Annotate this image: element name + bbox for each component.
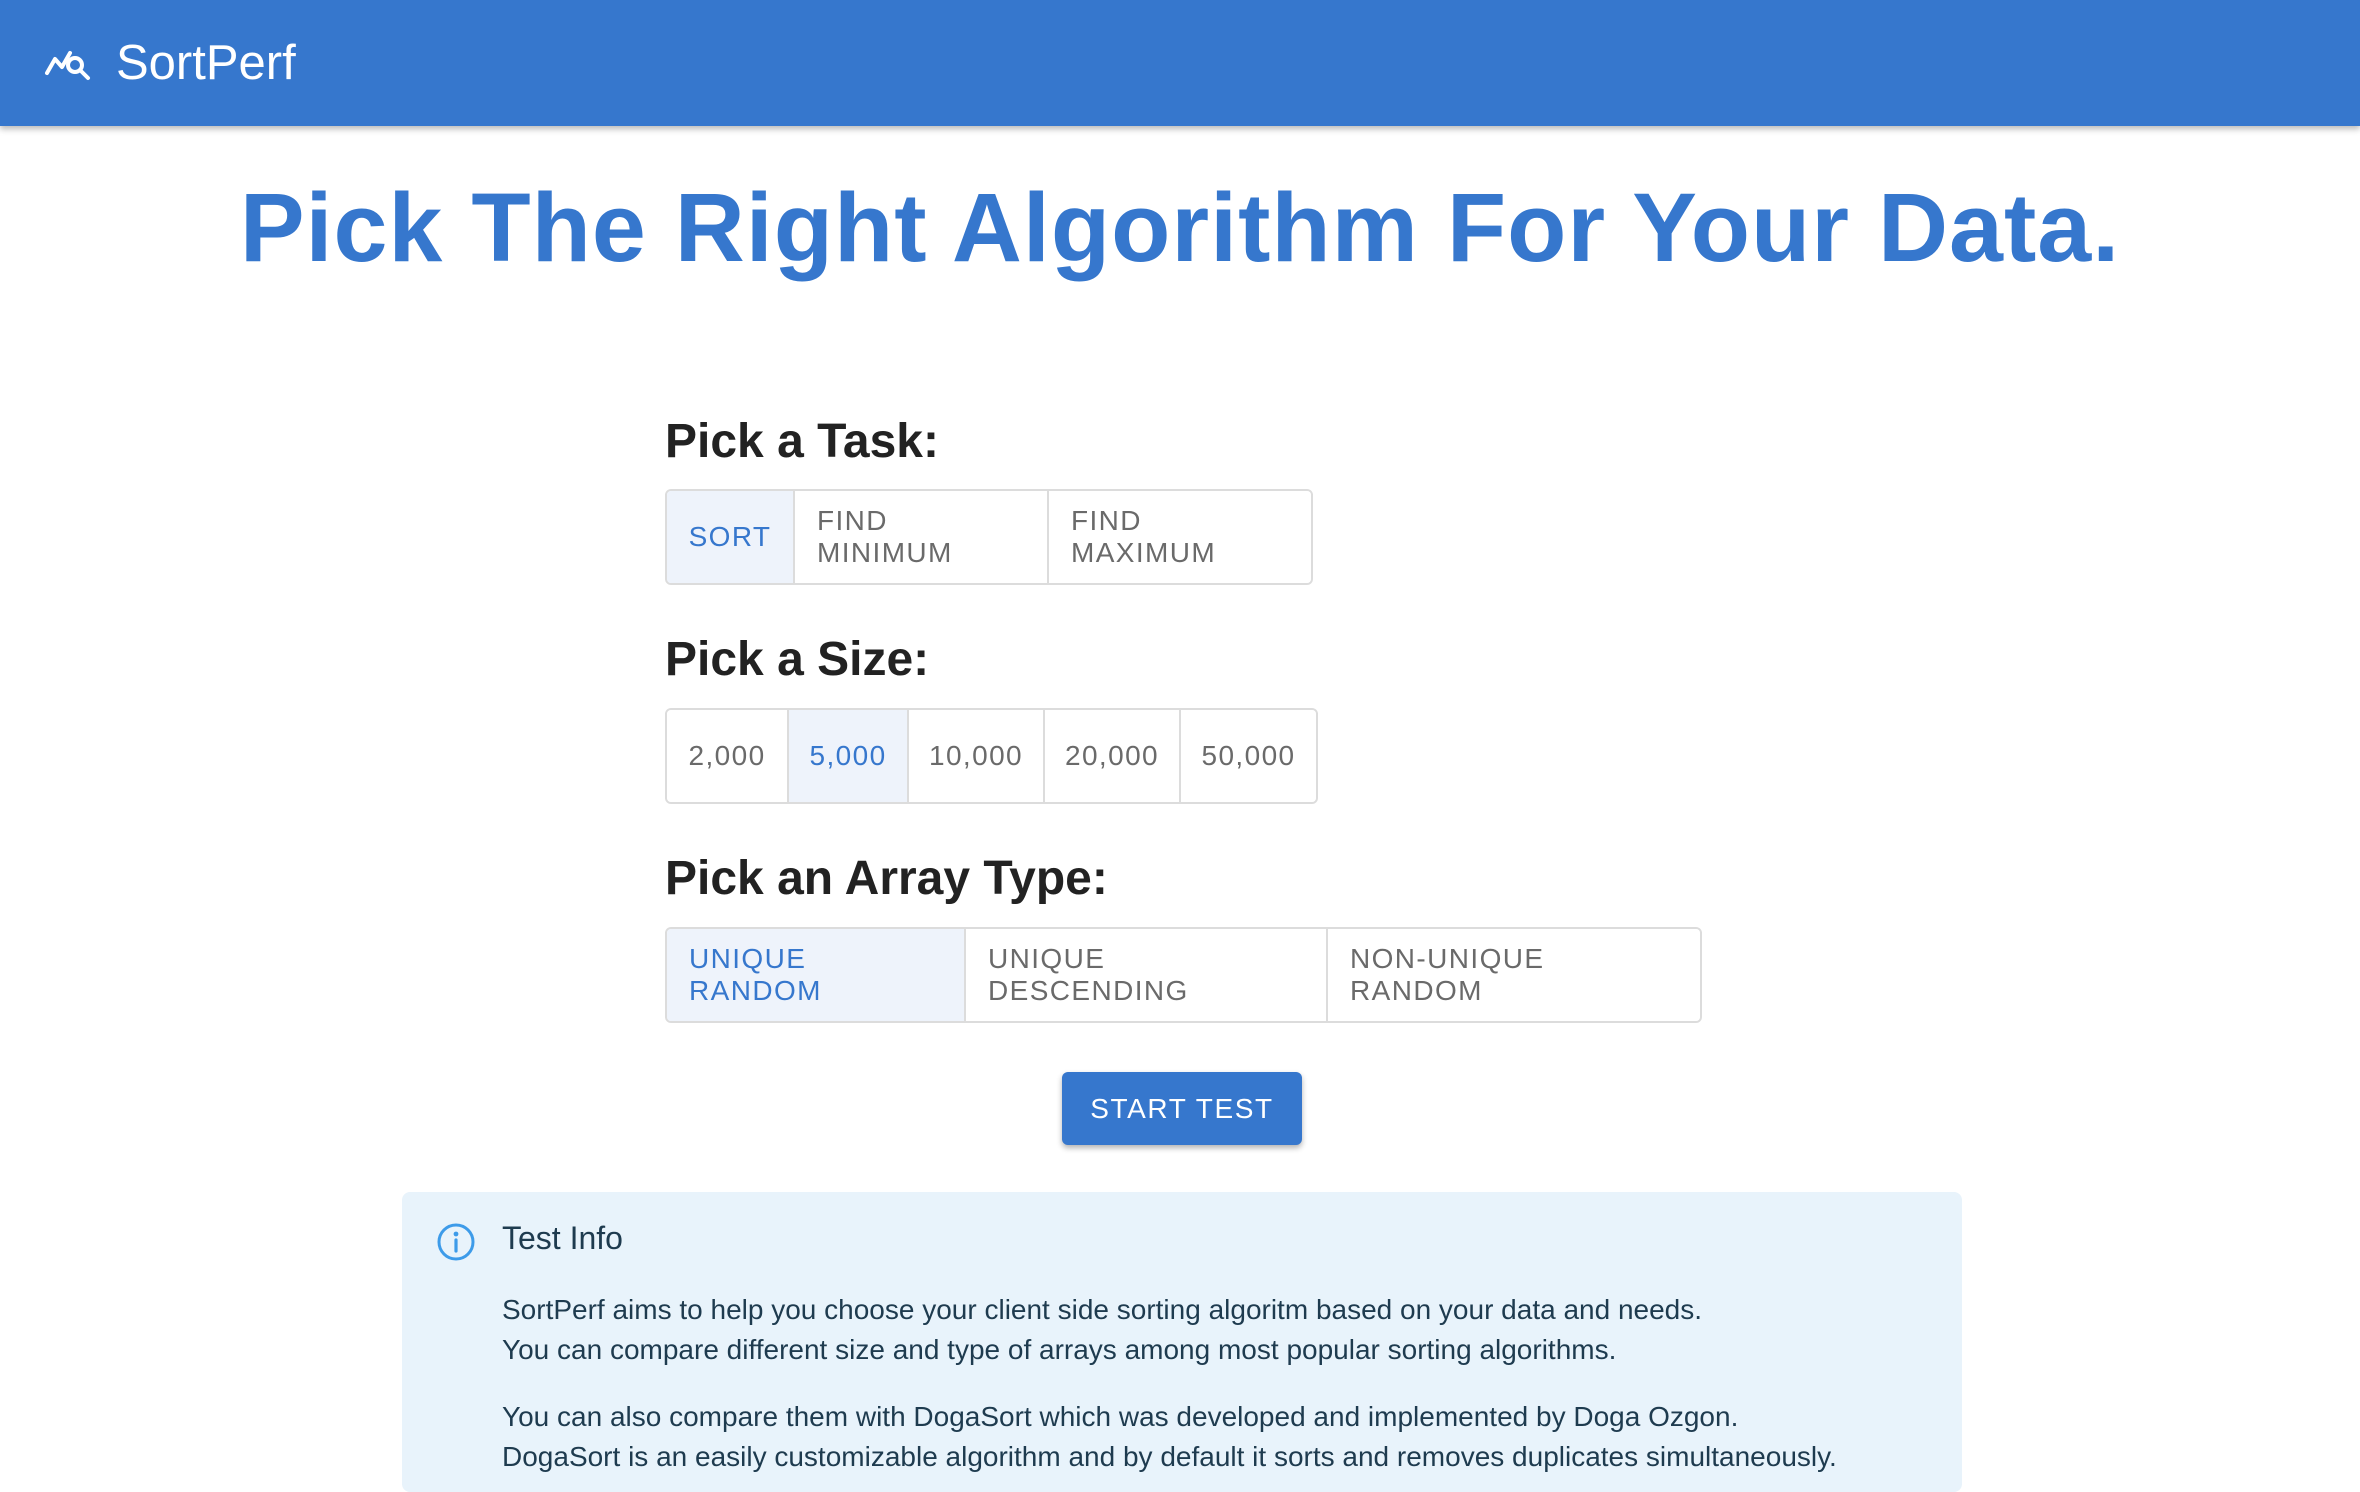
test-info-panel: Test Info SortPerf aims to help you choo… xyxy=(402,1192,1962,1492)
info-paragraph-dogasort: You can also compare them with DogaSort … xyxy=(502,1397,1837,1477)
size-toggle-group: 2,000 5,000 10,000 20,000 50,000 xyxy=(665,708,1318,804)
array-type-option-unique-descending[interactable]: UNIQUE DESCENDING xyxy=(964,929,1326,1021)
page-heading: Pick The Right Algorithm For Your Data. xyxy=(239,173,2121,282)
size-label: Pick a Size: xyxy=(665,633,930,686)
array-type-toggle-group: UNIQUE RANDOM UNIQUE DESCENDING NON-UNIQ… xyxy=(665,927,1702,1023)
info-paragraph-intro: SortPerf aims to help you choose your cl… xyxy=(502,1290,1702,1370)
size-option-5000[interactable]: 5,000 xyxy=(787,710,907,802)
array-type-option-non-unique-random[interactable]: NON-UNIQUE RANDOM xyxy=(1326,929,1700,1021)
task-option-sort[interactable]: SORT xyxy=(667,491,793,583)
task-label: Pick a Task: xyxy=(665,415,939,468)
task-option-find-maximum[interactable]: FIND MAXIMUM xyxy=(1047,491,1311,583)
size-option-2000[interactable]: 2,000 xyxy=(667,710,787,802)
chart-search-icon[interactable] xyxy=(44,43,92,83)
app-title[interactable]: SortPerf xyxy=(116,35,296,91)
info-title: Test Info xyxy=(502,1220,623,1256)
task-option-find-minimum[interactable]: FIND MINIMUM xyxy=(793,491,1047,583)
info-text-line: You can compare different size and type … xyxy=(502,1334,1617,1365)
task-toggle-group: SORT FIND MINIMUM FIND MAXIMUM xyxy=(665,489,1313,585)
info-text-line: You can also compare them with DogaSort … xyxy=(502,1401,1739,1432)
start-test-button[interactable]: START TEST xyxy=(1062,1072,1302,1145)
info-icon xyxy=(436,1222,476,1262)
info-text-line: SortPerf aims to help you choose your cl… xyxy=(502,1294,1703,1325)
size-option-10000[interactable]: 10,000 xyxy=(907,710,1043,802)
array-type-label: Pick an Array Type: xyxy=(665,852,1108,905)
size-option-20000[interactable]: 20,000 xyxy=(1043,710,1179,802)
info-text-line: DogaSort is an easily customizable algor… xyxy=(502,1441,1837,1472)
array-type-option-unique-random[interactable]: UNIQUE RANDOM xyxy=(667,929,964,1021)
app-bar: SortPerf xyxy=(0,0,2360,126)
size-option-50000[interactable]: 50,000 xyxy=(1179,710,1316,802)
